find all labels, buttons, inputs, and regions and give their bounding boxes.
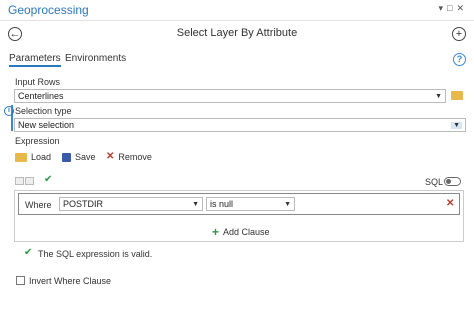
add-clause-button[interactable]: + Add Clause — [212, 225, 270, 239]
load-button[interactable]: Load — [15, 152, 51, 162]
close-icon[interactable]: ✕ — [456, 3, 468, 13]
add-clause-label: Add Clause — [223, 227, 270, 237]
tab-parameters[interactable]: Parameters — [9, 53, 61, 67]
prev-icon[interactable] — [15, 177, 24, 185]
next-icon[interactable] — [25, 177, 34, 185]
delete-clause-icon[interactable]: ✕ — [446, 198, 454, 209]
remove-button[interactable]: ✕ Remove — [106, 151, 152, 162]
folder-icon — [15, 152, 27, 162]
invert-checkbox[interactable] — [16, 276, 25, 285]
valid-check-icon: ✔ — [24, 247, 33, 258]
operator-select[interactable]: is null ▼ — [206, 197, 295, 211]
invert-label: Invert Where Clause — [29, 276, 112, 286]
chevron-down-icon: ▼ — [284, 200, 291, 208]
sql-toggle[interactable] — [444, 177, 461, 186]
expression-label: Expression — [15, 136, 60, 146]
sql-label: SQL — [425, 177, 444, 187]
chevron-down-icon: ▼ — [192, 200, 199, 208]
tool-title: Select Layer By Attribute — [176, 27, 298, 39]
field-value: POSTDIR — [63, 199, 104, 209]
save-icon — [62, 152, 71, 162]
check-icon: ✔ — [44, 174, 53, 185]
selection-type-value: New selection — [18, 120, 75, 130]
selection-type-select[interactable]: New selection ▼ — [14, 118, 466, 132]
selection-type-label: Selection type — [15, 106, 72, 116]
chevron-down-icon: ▼ — [451, 121, 462, 129]
field-select[interactable]: POSTDIR ▼ — [59, 197, 203, 211]
save-button[interactable]: Save — [62, 152, 96, 162]
info-icon[interactable]: i — [4, 106, 14, 116]
input-rows-select[interactable]: Centerlines ▼ — [14, 89, 446, 103]
remove-icon: ✕ — [106, 151, 115, 162]
chevron-down-icon: ▼ — [435, 92, 442, 100]
tab-environments[interactable]: Environments — [65, 53, 126, 64]
window-title: Geoprocessing — [8, 3, 89, 17]
help-icon[interactable]: ? — [453, 53, 466, 66]
load-label: Load — [31, 152, 52, 162]
remove-label: Remove — [118, 151, 152, 162]
input-rows-value: Centerlines — [18, 91, 64, 101]
plus-icon: + — [212, 225, 220, 239]
add-button[interactable]: + — [452, 27, 466, 41]
plus-icon: + — [455, 27, 463, 40]
input-rows-label: Input Rows — [15, 77, 61, 87]
save-label: Save — [75, 152, 96, 162]
window-controls[interactable]: ▾□✕ — [438, 3, 468, 14]
folder-icon[interactable] — [451, 91, 463, 100]
validation-message: The SQL expression is valid. — [38, 249, 153, 259]
operator-value: is null — [210, 199, 234, 209]
dropdown-icon[interactable]: ▾ — [438, 3, 447, 13]
where-label: Where — [25, 200, 52, 210]
